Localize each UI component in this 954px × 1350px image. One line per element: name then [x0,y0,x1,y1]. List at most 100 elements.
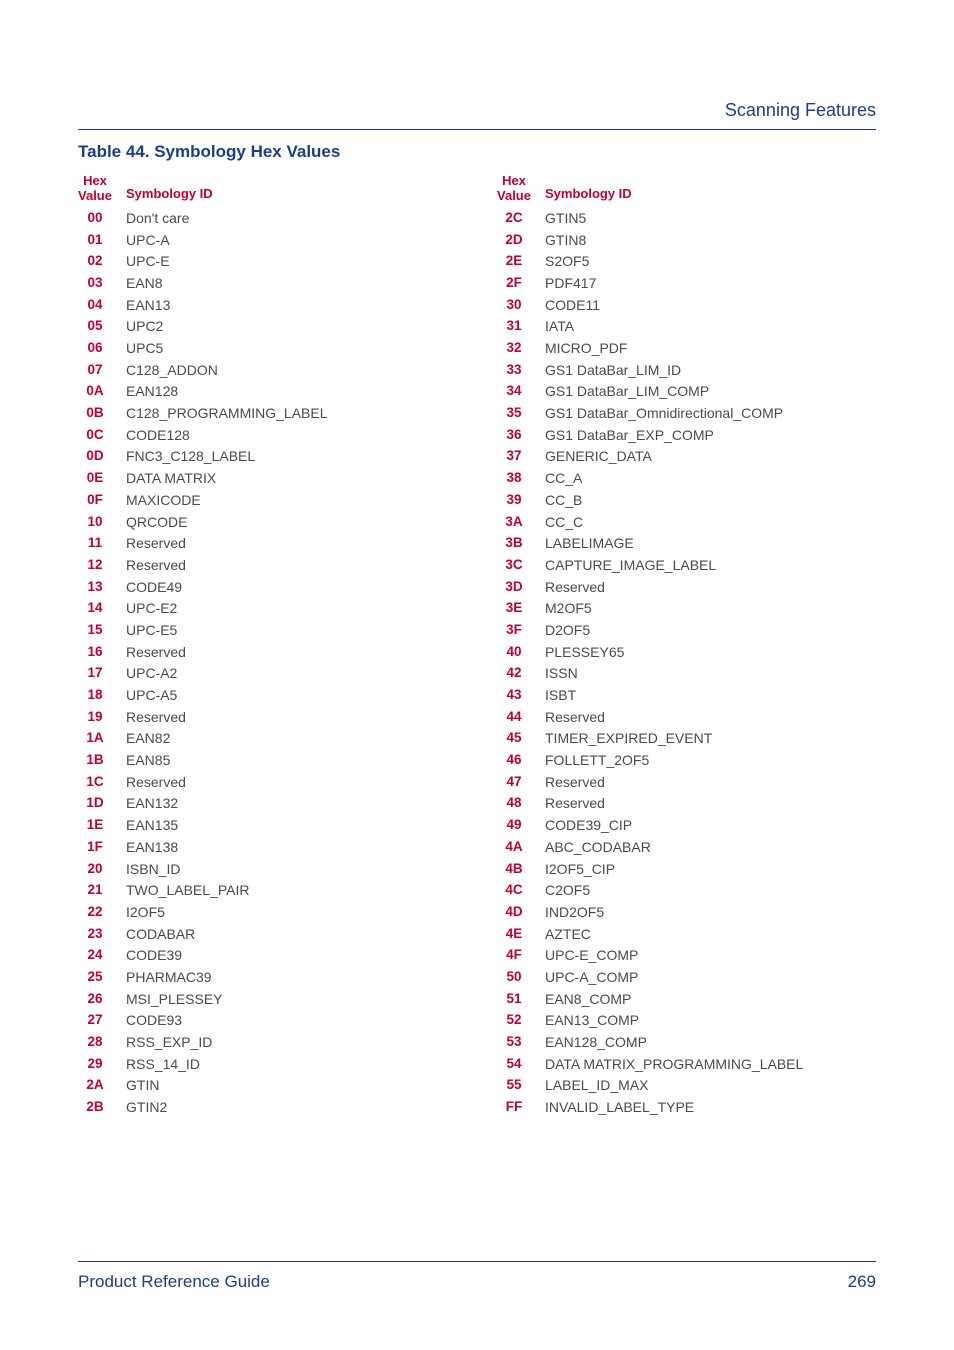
symbology-id: MAXICODE [126,490,338,512]
hex-value: 35 [497,403,545,425]
hex-value: 1C [78,772,126,794]
symbology-id: RSS_14_ID [126,1054,338,1076]
symbology-id: Reserved [545,707,813,729]
symbology-id: EAN132 [126,793,338,815]
hex-value: 26 [78,989,126,1011]
hex-value: 4E [497,924,545,946]
symbology-id: Reserved [126,533,338,555]
hex-value: 42 [497,663,545,685]
symbology-id: Reserved [545,793,813,815]
table-row: 07C128_ADDON [78,360,338,382]
table-row: 37GENERIC_DATA [497,446,813,468]
footer-page-number: 269 [848,1272,876,1292]
table-row: 06UPC5 [78,338,338,360]
hex-value: 51 [497,989,545,1011]
symbology-id: CODE93 [126,1010,338,1032]
hex-value: 3D [497,577,545,599]
table-row: 22I2OF5 [78,902,338,924]
table-row: 32MICRO_PDF [497,338,813,360]
hex-value: 2D [497,230,545,252]
symbology-id: C128_PROGRAMMING_LABEL [126,403,338,425]
symbology-id: UPC5 [126,338,338,360]
hex-value: 40 [497,642,545,664]
table-row: 4BI2OF5_CIP [497,859,813,881]
table-row: 45TIMER_EXPIRED_EVENT [497,728,813,750]
symbology-id: EAN13_COMP [545,1010,813,1032]
table-row: 3BLABELIMAGE [497,533,813,555]
hex-value: 11 [78,533,126,555]
hex-value: 03 [78,273,126,295]
hex-value: 14 [78,598,126,620]
hex-value: 27 [78,1010,126,1032]
hex-value: 4D [497,902,545,924]
table-row: 2AGTIN [78,1075,338,1097]
hex-value: 48 [497,793,545,815]
table-row: 29RSS_14_ID [78,1054,338,1076]
symbology-id: AZTEC [545,924,813,946]
symbology-id: CODE39_CIP [545,815,813,837]
symbology-id: Reserved [126,707,338,729]
table-row: 0FMAXICODE [78,490,338,512]
hex-value: 4A [497,837,545,859]
table-row: 53EAN128_COMP [497,1032,813,1054]
symbology-id: CODE128 [126,425,338,447]
col-header-symbology: Symbology ID [126,174,338,208]
hex-value: 2C [497,208,545,230]
symbology-id: IND2OF5 [545,902,813,924]
table-row: 28RSS_EXP_ID [78,1032,338,1054]
table-row: 51EAN8_COMP [497,989,813,1011]
hex-value: 1B [78,750,126,772]
symbology-id: PLESSEY65 [545,642,813,664]
symbology-id: QRCODE [126,512,338,534]
symbology-id: ABC_CODABAR [545,837,813,859]
table-row: 47Reserved [497,772,813,794]
hex-value: 55 [497,1075,545,1097]
table-row: 50UPC-A_COMP [497,967,813,989]
table-row: 18UPC-A5 [78,685,338,707]
hex-value: 19 [78,707,126,729]
symbology-id: C128_ADDON [126,360,338,382]
table-row: 20ISBN_ID [78,859,338,881]
hex-value: 39 [497,490,545,512]
table-row: 1CReserved [78,772,338,794]
symbology-id: PDF417 [545,273,813,295]
symbology-id: LABEL_ID_MAX [545,1075,813,1097]
symbology-id: UPC-E_COMP [545,945,813,967]
table-row: 0AEAN128 [78,381,338,403]
hex-value: 2B [78,1097,126,1119]
hex-value: 0E [78,468,126,490]
table-row: 38CC_A [497,468,813,490]
table-row: 1EEAN135 [78,815,338,837]
symbology-id: Reserved [545,772,813,794]
hex-value: 12 [78,555,126,577]
hex-value: 32 [497,338,545,360]
symbology-id: ISBT [545,685,813,707]
hex-value: 20 [78,859,126,881]
table-row: 12Reserved [78,555,338,577]
table-row: 26MSI_PLESSEY [78,989,338,1011]
table-row: 2ES2OF5 [497,251,813,273]
symbology-id: S2OF5 [545,251,813,273]
table-row: 52EAN13_COMP [497,1010,813,1032]
symbology-id: ISBN_ID [126,859,338,881]
table-row: 16Reserved [78,642,338,664]
table-row: 19Reserved [78,707,338,729]
symbology-id: GS1 DataBar_Omnidirectional_COMP [545,403,813,425]
table-row: 30CODE11 [497,295,813,317]
table-row: 0DFNC3_C128_LABEL [78,446,338,468]
symbology-id: GTIN5 [545,208,813,230]
table-row: 1BEAN85 [78,750,338,772]
table-row: 3FD2OF5 [497,620,813,642]
hex-value: 15 [78,620,126,642]
hex-value: 0C [78,425,126,447]
hex-value: 4B [497,859,545,881]
hex-value: 4F [497,945,545,967]
symbology-id: CODE11 [545,295,813,317]
hex-value: 3B [497,533,545,555]
symbology-id: CC_B [545,490,813,512]
hex-value: 01 [78,230,126,252]
hex-value: 53 [497,1032,545,1054]
hex-value: 0B [78,403,126,425]
hex-value: 49 [497,815,545,837]
hex-value: 1F [78,837,126,859]
